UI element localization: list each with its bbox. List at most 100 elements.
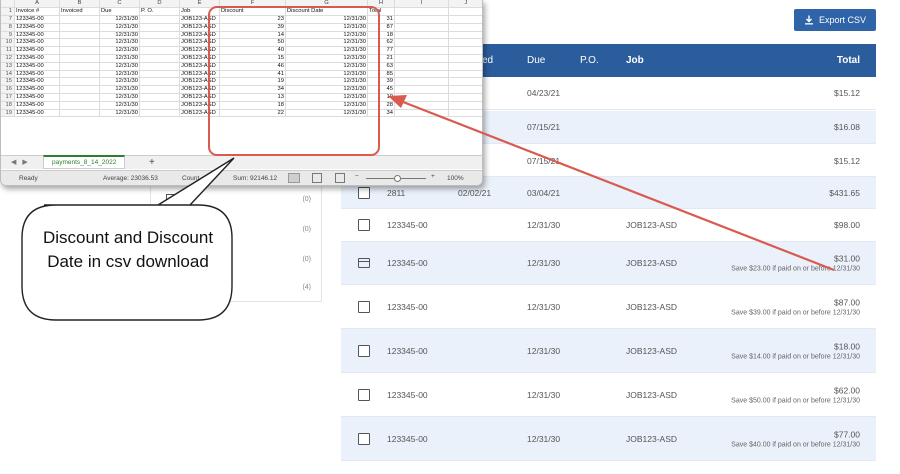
invoice-row[interactable]: 123345-00 12/31/30 JOB123-ASD $31.00 Save … xyxy=(341,242,876,285)
cell-due[interactable]: 12/31/30 xyxy=(100,62,140,70)
row-number[interactable]: 10 xyxy=(1,39,15,47)
column-letter[interactable]: D xyxy=(140,0,180,7)
cell-empty[interactable] xyxy=(449,63,482,70)
zoom-in-button[interactable]: + xyxy=(431,173,435,180)
cell-invoiced[interactable] xyxy=(60,62,100,70)
header-cell[interactable]: Invoice # xyxy=(15,8,60,15)
row-number[interactable]: 9 xyxy=(1,31,15,39)
header-cell[interactable] xyxy=(449,8,482,15)
cell-empty[interactable] xyxy=(395,16,449,23)
cell-empty[interactable] xyxy=(449,32,482,39)
header-cell[interactable]: P. O. xyxy=(140,8,180,15)
cell-empty[interactable] xyxy=(449,55,482,62)
header-cell[interactable]: Due xyxy=(100,8,140,15)
cell-invoiced[interactable] xyxy=(60,94,100,101)
header-cell[interactable]: Invoiced xyxy=(60,8,100,15)
header-job[interactable]: Job xyxy=(626,44,644,77)
page-break-icon[interactable] xyxy=(335,173,345,183)
cell-invoiced[interactable] xyxy=(60,86,100,93)
cell-empty[interactable] xyxy=(395,101,449,109)
cell-due[interactable]: 12/31/30 xyxy=(100,86,140,93)
cell-invoiced[interactable] xyxy=(60,78,100,86)
cell-empty[interactable] xyxy=(395,62,449,70)
cell-empty[interactable] xyxy=(449,110,482,117)
cell-empty[interactable] xyxy=(449,86,482,93)
invoice-row[interactable]: 123345-00 12/31/30 JOB123-ASD $98.00 xyxy=(341,209,876,242)
cell-due[interactable]: 12/31/30 xyxy=(100,78,140,86)
row-checkbox[interactable] xyxy=(358,432,370,445)
header-total[interactable]: Total xyxy=(837,44,860,77)
cell-po[interactable] xyxy=(140,86,180,93)
cell-empty[interactable] xyxy=(449,71,482,78)
sheet-nav-arrows-icon[interactable]: ◀▶ xyxy=(11,158,34,166)
zoom-slider-handle[interactable] xyxy=(394,175,401,182)
filter-item[interactable]: d 2 xyxy=(166,194,192,205)
cell-invoice[interactable]: 123345-00 xyxy=(15,109,60,117)
cell-po[interactable] xyxy=(140,31,180,39)
column-letter[interactable]: J xyxy=(449,0,482,7)
cell-invoice[interactable]: 123345-00 xyxy=(15,78,60,86)
cell-invoiced[interactable] xyxy=(60,101,100,109)
header-cell[interactable] xyxy=(395,8,449,15)
invoice-row[interactable]: 123345-00 12/31/30 JOB123-ASD $18.00 Save … xyxy=(341,329,876,373)
cell-po[interactable] xyxy=(140,70,180,78)
cell-invoiced[interactable] xyxy=(60,55,100,62)
row-checkbox[interactable] xyxy=(358,388,370,401)
cell-due[interactable]: 12/31/30 xyxy=(100,31,140,39)
cell-invoice[interactable]: 123345-00 xyxy=(15,31,60,39)
cell-po[interactable] xyxy=(140,101,180,109)
cell-empty[interactable] xyxy=(449,24,482,31)
row-checkbox[interactable] xyxy=(358,219,370,231)
normal-view-icon[interactable] xyxy=(288,173,300,183)
cell-invoiced[interactable] xyxy=(60,70,100,78)
cell-invoiced[interactable] xyxy=(60,31,100,39)
cell-empty[interactable] xyxy=(395,31,449,39)
cell-empty[interactable] xyxy=(395,55,449,62)
cell-invoiced[interactable] xyxy=(60,109,100,117)
cell-invoiced[interactable] xyxy=(60,47,100,54)
cell-empty[interactable] xyxy=(395,78,449,86)
cell-invoiced[interactable] xyxy=(60,39,100,47)
filter-checkbox[interactable] xyxy=(166,194,176,205)
cell-empty[interactable] xyxy=(395,109,449,117)
column-letter[interactable]: B xyxy=(60,0,100,7)
cell-empty[interactable] xyxy=(395,39,449,47)
row-number[interactable]: 16 xyxy=(1,86,15,93)
cell-due[interactable]: 12/31/30 xyxy=(100,70,140,78)
row-checkbox[interactable] xyxy=(358,344,370,357)
row-number[interactable]: 12 xyxy=(1,55,15,62)
cell-invoiced[interactable] xyxy=(60,16,100,23)
cell-invoice[interactable]: 123345-00 xyxy=(15,70,60,78)
column-letter[interactable]: A xyxy=(15,0,60,7)
export-csv-button[interactable]: Export CSV xyxy=(794,9,876,31)
cell-empty[interactable] xyxy=(395,86,449,93)
cell-invoice[interactable]: 123345-00 xyxy=(15,23,60,31)
cell-po[interactable] xyxy=(140,109,180,117)
column-letter[interactable]: I xyxy=(395,0,449,7)
row-number[interactable]: 17 xyxy=(1,94,15,101)
row-number[interactable]: 7 xyxy=(1,16,15,23)
select-all-corner[interactable] xyxy=(1,0,15,7)
cell-po[interactable] xyxy=(140,39,180,47)
row-checkbox[interactable] xyxy=(358,186,370,199)
page-layout-icon[interactable] xyxy=(312,173,322,183)
row-number[interactable]: 19 xyxy=(1,109,15,117)
column-letter[interactable]: C xyxy=(100,0,140,7)
cell-po[interactable] xyxy=(140,55,180,62)
cell-due[interactable]: 12/31/30 xyxy=(100,94,140,101)
cell-empty[interactable] xyxy=(449,16,482,23)
cell-invoice[interactable]: 123345-00 xyxy=(15,62,60,70)
cell-due[interactable]: 12/31/30 xyxy=(100,47,140,54)
zoom-out-button[interactable]: − xyxy=(355,173,359,180)
sheet-tab[interactable]: payments_8_14_2022 xyxy=(43,155,126,169)
cell-po[interactable] xyxy=(140,62,180,70)
header-po[interactable]: P.O. xyxy=(580,44,599,77)
cell-po[interactable] xyxy=(140,16,180,23)
row-number[interactable]: 1 xyxy=(1,8,15,15)
cell-po[interactable] xyxy=(140,94,180,101)
cell-invoice[interactable]: 123345-00 xyxy=(15,39,60,47)
cell-empty[interactable] xyxy=(395,94,449,101)
invoice-row[interactable]: 123345-00 12/31/30 JOB123-ASD $87.00 Save … xyxy=(341,285,876,329)
row-number[interactable]: 11 xyxy=(1,47,15,54)
row-number[interactable]: 14 xyxy=(1,70,15,78)
